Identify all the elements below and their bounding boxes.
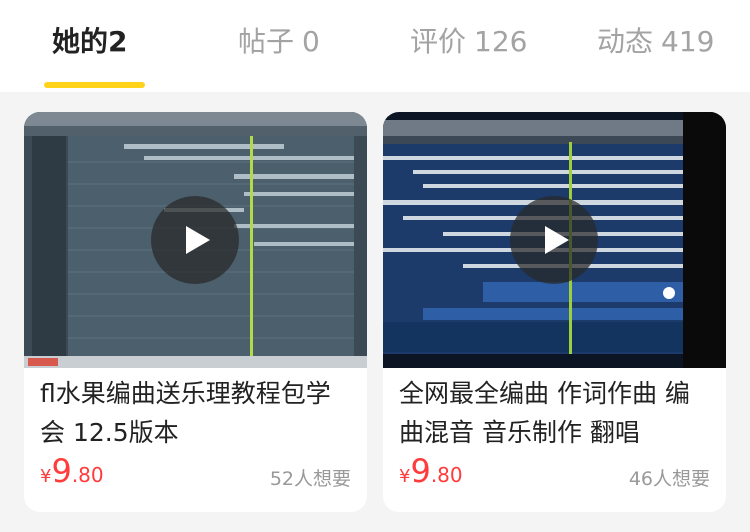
tab-label: 评价 [410, 25, 467, 58]
tab-label: 她的 [52, 25, 109, 58]
video-thumbnail[interactable] [383, 112, 726, 368]
price-integer: 9 [410, 452, 431, 490]
tab-count: 126 [474, 25, 528, 58]
product-card[interactable]: 全网最全编曲 作词作曲 编曲混音 音乐制作 翻唱 ¥9.80 46人想要 [383, 112, 726, 512]
price-decimal: .80 [430, 463, 463, 487]
play-button[interactable] [510, 196, 598, 284]
play-button[interactable] [151, 196, 239, 284]
price-decimal: .80 [71, 463, 104, 487]
tab-bar: 她的2 帖子 0 评价 126 动态 419 [0, 0, 750, 92]
play-icon [545, 226, 569, 254]
tab-count: 0 [302, 25, 320, 58]
wants-count: 46人想要 [628, 468, 710, 490]
tab-label: 动态 [597, 25, 654, 58]
tab-activity[interactable]: 动态 419 [597, 20, 714, 64]
price-integer: 9 [51, 452, 72, 490]
price-currency: ¥ [40, 466, 52, 487]
product-card[interactable]: fl水果编曲送乐理教程包学会 12.5版本 ¥9.80 52人想要 [24, 112, 367, 512]
product-price: ¥9.80 [399, 452, 463, 492]
wants-count: 52人想要 [269, 468, 351, 490]
video-thumbnail[interactable] [24, 112, 367, 368]
tab-hers[interactable]: 她的2 [52, 20, 128, 64]
price-currency: ¥ [399, 466, 411, 487]
play-icon [186, 226, 210, 254]
tab-reviews[interactable]: 评价 126 [410, 20, 527, 64]
product-title: 全网最全编曲 作词作曲 编曲混音 音乐制作 翻唱 [399, 379, 690, 447]
product-title: fl水果编曲送乐理教程包学会 12.5版本 [40, 379, 331, 447]
product-price: ¥9.80 [40, 452, 104, 492]
active-tab-indicator [44, 82, 145, 88]
tab-posts[interactable]: 帖子 0 [238, 20, 320, 64]
tab-label: 帖子 [238, 25, 295, 58]
tab-count: 2 [108, 25, 128, 58]
tab-count: 419 [661, 25, 715, 58]
